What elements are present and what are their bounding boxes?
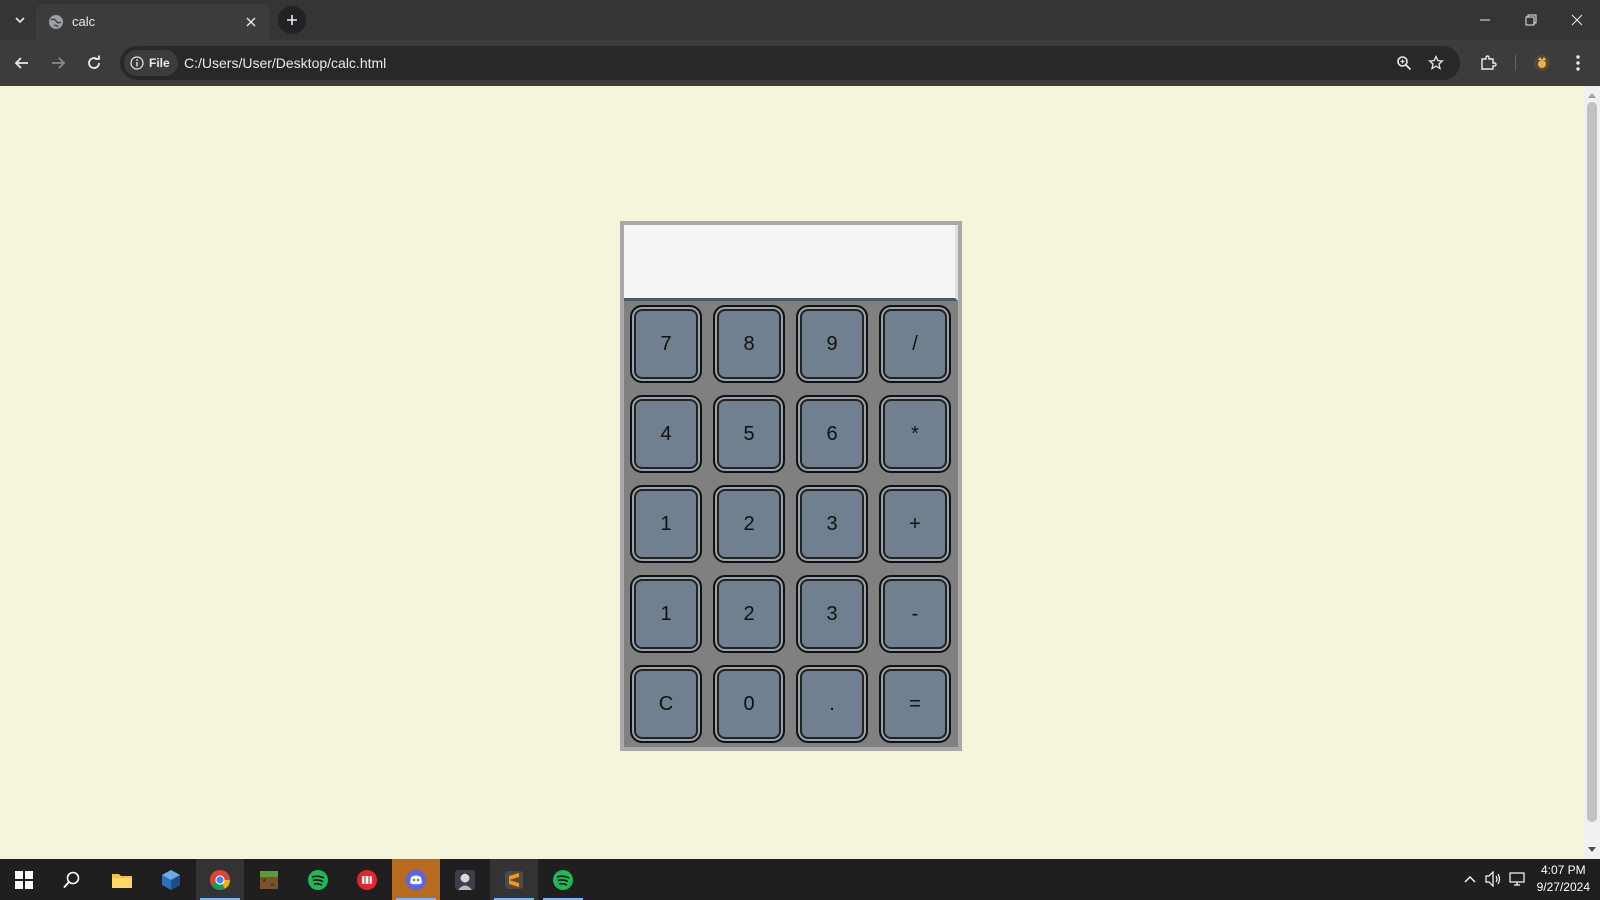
spotify-icon[interactable] [294, 859, 342, 900]
tab-title: calc [72, 14, 96, 29]
windows-start-icon[interactable] [0, 859, 48, 900]
scrollbar-thumb[interactable] [1587, 102, 1597, 822]
key-6-button[interactable]: 6 [796, 395, 868, 473]
key-2-button[interactable]: 2 [713, 485, 785, 563]
arrow-left-icon [14, 57, 28, 69]
puzzle-icon [1481, 55, 1497, 70]
key-2-button[interactable]: 2 [713, 575, 785, 653]
scroll-down-arrow-icon[interactable] [1584, 843, 1600, 857]
menu-button[interactable] [1564, 49, 1592, 77]
plus-icon [287, 15, 297, 25]
clock-date: 9/27/2024 [1536, 880, 1590, 894]
game-character-icon[interactable] [441, 859, 489, 900]
restore-button[interactable] [1508, 6, 1554, 34]
site-chip-label: File [149, 56, 170, 70]
volume-icon[interactable] [1484, 869, 1504, 889]
key-minus-button[interactable]: - [879, 575, 951, 653]
calculator: 7 8 9/ 4 5 6 * 1 2 3 +1 2 3- C 0. = [620, 221, 962, 751]
sublime-text-icon[interactable] [490, 859, 538, 900]
key-4-button[interactable]: 4 [630, 395, 702, 473]
tab-search-chevron-icon[interactable] [8, 8, 32, 32]
taskbar: 4:07 PM 9/27/2024 [0, 859, 1600, 900]
key-plus-button[interactable]: + [879, 485, 951, 563]
clock-time: 4:07 PM [1540, 863, 1586, 877]
tab-calc[interactable]: calc [36, 4, 270, 40]
calculator-keypad: 7 8 9/ 4 5 6 * 1 2 3 +1 2 3- C 0. = [630, 305, 951, 745]
key-divide-button[interactable]: / [879, 305, 951, 383]
key-clear-button[interactable]: C [630, 665, 702, 743]
bookmark-star-icon[interactable] [1424, 51, 1448, 75]
reload-button[interactable] [80, 49, 108, 77]
more-vert-icon [1576, 55, 1580, 71]
site-info-chip[interactable]: File [124, 50, 178, 76]
key-1-button[interactable]: 1 [630, 575, 702, 653]
spotify-icon[interactable] [539, 859, 587, 900]
minecraft-icon[interactable] [245, 859, 293, 900]
browser-toolbar: File C:/Users/User/Desktop/calc.html [0, 40, 1600, 86]
close-tab-icon[interactable] [242, 13, 260, 31]
file-explorer-icon[interactable] [98, 859, 146, 900]
search-icon[interactable] [48, 859, 96, 900]
key-5-button[interactable]: 5 [713, 395, 785, 473]
key-3-button[interactable]: 3 [796, 485, 868, 563]
vertical-scrollbar[interactable] [1584, 86, 1600, 859]
zoom-icon[interactable] [1392, 51, 1416, 75]
new-tab-button[interactable] [278, 6, 306, 34]
key-1-button[interactable]: 1 [630, 485, 702, 563]
arrow-right-icon [52, 57, 66, 69]
key-decimal-button[interactable]: . [796, 665, 868, 743]
minimize-button[interactable] [1462, 6, 1508, 34]
key-multiply-button[interactable]: * [879, 395, 951, 473]
virtualbox-icon[interactable] [147, 859, 195, 900]
discord-icon[interactable] [392, 859, 440, 900]
show-hidden-icons-chevron-icon[interactable] [1460, 869, 1480, 889]
toolbar-separator [1515, 55, 1516, 71]
key-0-button[interactable]: 0 [713, 665, 785, 743]
globe-icon [48, 14, 64, 30]
avatar-icon [1534, 55, 1550, 71]
key-9-button[interactable]: 9 [796, 305, 868, 383]
page-viewport: 7 8 9/ 4 5 6 * 1 2 3 +1 2 3- C 0. = [0, 86, 1600, 859]
minimize-icon [1480, 19, 1490, 21]
forward-button[interactable] [44, 49, 72, 77]
scroll-up-arrow-icon[interactable] [1584, 88, 1600, 102]
network-icon[interactable] [1508, 869, 1528, 889]
reload-icon [88, 55, 100, 69]
key-equals-button[interactable]: = [879, 665, 951, 743]
system-clock[interactable]: 4:07 PM 9/27/2024 [1537, 862, 1590, 896]
close-icon [1571, 14, 1583, 26]
profile-avatar[interactable] [1528, 49, 1556, 77]
extensions-button[interactable] [1474, 49, 1502, 77]
key-7-button[interactable]: 7 [630, 305, 702, 383]
url-text[interactable]: C:/Users/User/Desktop/calc.html [184, 55, 386, 71]
tab-strip: calc [0, 0, 1600, 40]
restore-icon [1525, 14, 1537, 26]
address-bar[interactable]: File C:/Users/User/Desktop/calc.html [120, 46, 1460, 80]
chrome-icon[interactable] [196, 859, 244, 900]
ticket-app-icon[interactable] [343, 859, 391, 900]
key-8-button[interactable]: 8 [713, 305, 785, 383]
key-3-button[interactable]: 3 [796, 575, 868, 653]
back-button[interactable] [8, 49, 36, 77]
info-icon [130, 56, 144, 70]
calculator-display[interactable] [624, 225, 958, 301]
close-window-button[interactable] [1554, 6, 1600, 34]
